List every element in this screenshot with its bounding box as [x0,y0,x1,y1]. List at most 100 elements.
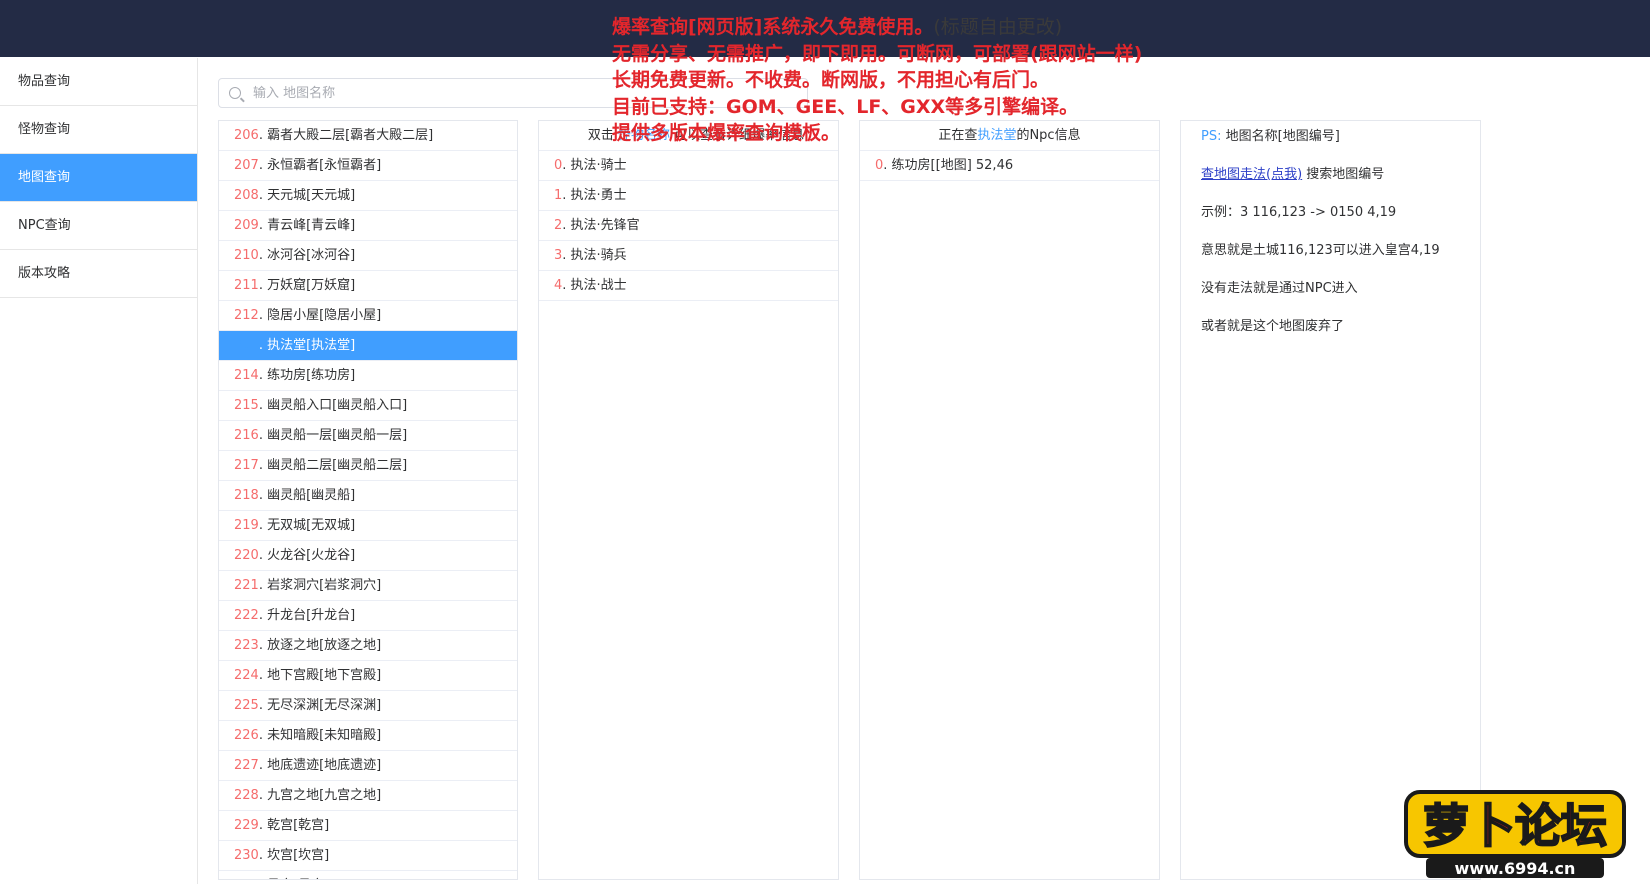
sidebar-item-guide[interactable]: 版本攻略 [0,250,197,298]
map-list-item[interactable]: 216. 幽灵船一层[幽灵船一层] [219,421,517,451]
monster-hint-prefix: 双击 [587,128,614,143]
map-list-item-number: 211 [234,278,259,293]
map-list-item-label: . 放逐之地[放逐之地] [258,638,382,653]
map-list-item[interactable]: 228. 九宫之地[九宫之地] [219,781,517,811]
map-list-item-number: 206 [234,128,259,143]
map-list-item-number: 207 [234,158,259,173]
map-list-item-number: 231 [234,878,259,879]
map-list-item[interactable]: 217. 幽灵船二层[幽灵船二层] [219,451,517,481]
map-list-item-number: 215 [234,398,259,413]
monster-list-item-label: . 执法·先锋官 [562,218,640,233]
sidebar-item-monsters[interactable]: 怪物查询 [0,106,197,154]
map-list-item[interactable]: 208. 天元城[天元城] [219,181,517,211]
map-list-item-label: . 坎宫[坎宫] [258,848,330,863]
npc-list-item-label: . 练功房[[地图] 52,46 [883,158,1014,173]
map-list-item-label: . 幽灵船二层[幽灵船二层] [258,458,408,473]
monster-list-item-label: . 执法·勇士 [562,188,627,203]
announce-line-2: 无需分享、无需推广，即下即用。可断网，可部署(跟网站一样) [612,42,1143,65]
ps-text: 地图名称[地图编号] [1225,129,1340,144]
map-list-item[interactable]: 223. 放逐之地[放逐之地] [219,631,517,661]
map-list-item[interactable]: 222. 升龙台[升龙台] [219,601,517,631]
map-list-item[interactable]: 214. 练功房[练功房] [219,361,517,391]
map-list-item-number: 218 [234,488,259,503]
map-list-item[interactable]: 224. 地下宫殿[地下宫殿] [219,661,517,691]
sidebar-item-items[interactable]: 物品查询 [0,58,197,106]
map-list-item-label: . 无双城[无双城] [258,518,356,533]
map-list-panel: 206. 霸者大殿二层[霸者大殿二层] 207. 永恒霸者[永恒霸者] 208. 天… [218,120,518,880]
info-meaning: 意思就是土城116,123可以进入皇宫4,19 [1201,243,1440,258]
map-list-item[interactable]: 206. 霸者大殿二层[霸者大殿二层] [219,121,517,151]
map-list-item[interactable]: 230. 坎宫[坎宫] [219,841,517,871]
map-list-item[interactable]: 219. 无双城[无双城] [219,511,517,541]
map-list-item-label: . 地下宫殿[地下宫殿] [258,668,382,683]
info-no-path: 没有走法就是通过NPC进入 [1201,281,1358,296]
map-list-item-label: . 霸者大殿二层[霸者大殿二层] [258,128,434,143]
map-list-item[interactable]: 215. 幽灵船入口[幽灵船入口] [219,391,517,421]
monster-list-item-label: . 执法·骑兵 [562,248,627,263]
map-list-item[interactable]: 220. 火龙谷[火龙谷] [219,541,517,571]
sidebar-item-maps[interactable]: 地图查询 [0,154,197,202]
announcement: 爆率查询[网页版]系统永久免费使用。(标题自由更改) 无需分享、无需推广，即下即… [612,14,1142,147]
map-list-item-number: 217 [234,458,259,473]
announce-line-1-note: (标题自由更改) [933,16,1063,38]
map-list-item[interactable]: 231. 艮宫[艮宫] [219,871,517,879]
map-list-item-label: . 乾宫[乾宫] [258,818,330,833]
map-list-item-label: . 青云峰[青云峰] [258,218,356,233]
map-list-item-number: 216 [234,428,259,443]
map-list-item-number: 208 [234,188,259,203]
map-path-link-suffix: 搜索地图编号 [1306,167,1385,182]
info-abandoned: 或者就是这个地图废弃了 [1201,319,1345,334]
map-list-item[interactable]: 212. 隐居小屋[隐居小屋] [219,301,517,331]
monster-list-item[interactable]: 0. 执法·骑士 [539,151,838,181]
monster-list-item[interactable]: 2. 执法·先锋官 [539,211,838,241]
map-list-item-number: 229 [234,818,259,833]
npc-list-item[interactable]: 0. 练功房[[地图] 52,46 [860,151,1159,181]
map-list-item-number: 220 [234,548,259,563]
forum-logo: 萝卜论坛 www.6994.cn [1398,784,1632,880]
map-list-item-number: 209 [234,218,259,233]
monster-list-item[interactable]: 4. 执法·战士 [539,271,838,301]
map-list-item[interactable]: 221. 岩浆洞穴[岩浆洞穴] [219,571,517,601]
map-list-item-label: . 万妖窟[万妖窟] [258,278,356,293]
map-list-item-number: 224 [234,668,259,683]
monster-list-item[interactable]: 1. 执法·勇士 [539,181,838,211]
map-list-item[interactable]: 225. 无尽深渊[无尽深渊] [219,691,517,721]
map-list-item-number: 223 [234,638,259,653]
map-list-item[interactable]: 226. 未知暗殿[未知暗殿] [219,721,517,751]
map-list-item-label: . 幽灵船一层[幽灵船一层] [258,428,408,443]
map-list-item[interactable]: 229. 乾宫[乾宫] [219,811,517,841]
monster-list-item-label: . 执法·战士 [562,278,627,293]
map-list-item-label: . 升龙台[升龙台] [258,608,356,623]
map-list-item-label: . 火龙谷[火龙谷] [258,548,356,563]
forum-logo-graphic: 萝卜论坛 www.6994.cn [1404,790,1626,878]
map-list-item-label: . 幽灵船[幽灵船] [258,488,356,503]
map-list-item-label: . 永恒霸者[永恒霸者] [258,158,382,173]
search-icon [229,87,241,99]
monster-list-item[interactable]: 3. 执法·骑兵 [539,241,838,271]
monster-panel: 双击 怪物名称 可以查看详细爆率信息 0. 执法·骑士 1. 执法·勇士 2. 执法… [538,120,839,880]
info-example: 示例：3 116,123 -> 0150 4,19 [1201,205,1397,220]
map-list-item-label: . 岩浆洞穴[岩浆洞穴] [258,578,382,593]
map-list-item[interactable]: 209. 青云峰[青云峰] [219,211,517,241]
map-list-item[interactable]: 213. 执法堂[执法堂] [219,331,517,361]
map-list-item[interactable]: 207. 永恒霸者[永恒霸者] [219,151,517,181]
map-list-item-label: . 执法堂[执法堂] [258,338,356,353]
map-list-item-number: 214 [234,368,259,383]
sidebar-item-npc[interactable]: NPC查询 [0,202,197,250]
announce-line-4: 目前已支持：GOM、GEE、LF、GXX等多引擎编译。 [612,95,1079,118]
map-list-item-number: 230 [234,848,259,863]
map-list-item-number: 219 [234,518,259,533]
map-list-item[interactable]: 218. 幽灵船[幽灵船] [219,481,517,511]
logo-brand: 萝卜论坛 [1423,799,1607,853]
map-list-item-label: . 幽灵船入口[幽灵船入口] [258,398,408,413]
map-list-item[interactable]: 211. 万妖窟[万妖窟] [219,271,517,301]
map-list-item-number: 228 [234,788,259,803]
monster-list: 0. 执法·骑士 1. 执法·勇士 2. 执法·先锋官 3. 执法·骑兵 4. 执法·战… [539,151,838,301]
announce-line-3: 长期免费更新。不收费。断网版，不用担心有后门。 [612,69,1050,91]
map-list-item-number: 226 [234,728,259,743]
map-list-item[interactable]: 227. 地底遗迹[地底遗迹] [219,751,517,781]
sidebar: 物品查询 怪物查询 地图查询 NPC查询 版本攻略 [0,58,198,884]
map-list-item[interactable]: 210. 冰河谷[冰河谷] [219,241,517,271]
ps-label: PS: [1201,129,1222,144]
map-path-link[interactable]: 查地图走法(点我) [1201,167,1302,182]
